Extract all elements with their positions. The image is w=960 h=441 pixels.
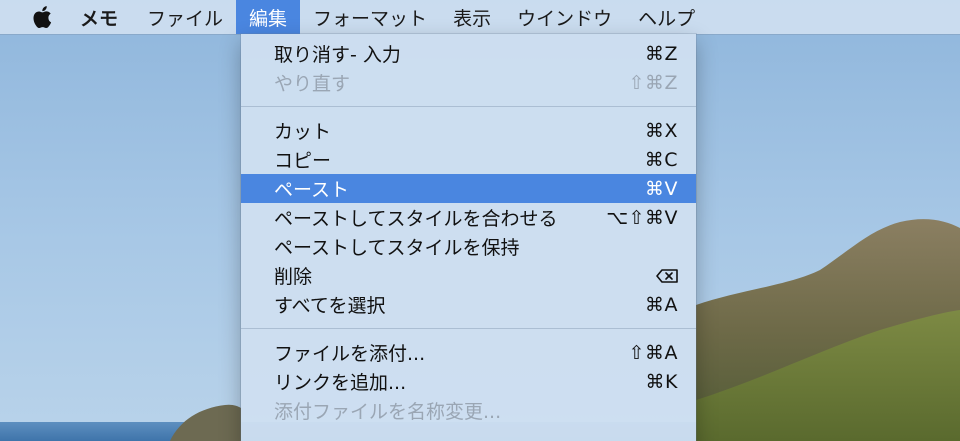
- menu-file[interactable]: ファイル: [134, 0, 236, 34]
- menu-item-label: やり直す: [274, 73, 351, 95]
- menu-window[interactable]: ウインドウ: [504, 0, 625, 34]
- menu-view[interactable]: 表示: [440, 0, 504, 34]
- menu-item-shortcut: ⌘K: [645, 370, 678, 393]
- menu-format[interactable]: フォーマット: [300, 0, 440, 34]
- menu-edit[interactable]: 編集: [236, 0, 301, 34]
- menu-item-cut[interactable]: カット ⌘X: [241, 116, 696, 145]
- menu-separator: [241, 106, 696, 107]
- menu-item-label: リンクを追加...: [274, 372, 407, 394]
- menu-item-shortcut: ⌥⇧⌘V: [606, 206, 678, 229]
- menu-item-shortcut: ⌘C: [644, 148, 678, 171]
- menu-item-label: すべてを選択: [274, 295, 386, 317]
- menu-item-paste[interactable]: ペースト ⌘V: [241, 174, 696, 203]
- menu-item-shortcut: ⌘V: [645, 177, 678, 200]
- menu-item-shortcut: ⌘Z: [644, 42, 678, 65]
- menu-bar: メモ ファイル 編集 フォーマット 表示 ウインドウ ヘルプ: [0, 0, 960, 34]
- menu-item-shortcut: ⌘A: [645, 293, 678, 316]
- menu-item-delete[interactable]: 削除: [241, 261, 696, 290]
- menu-item-copy[interactable]: コピー ⌘C: [241, 145, 696, 174]
- menu-item-label: コピー: [274, 150, 332, 172]
- menu-item-redo: やり直す ⇧⌘Z: [241, 68, 696, 97]
- menu-item-shortcut: ⇧⌘Z: [628, 71, 678, 94]
- menu-item-paste-and-retain-style[interactable]: ペーストしてスタイルを保持: [241, 232, 696, 261]
- menu-item-shortcut: ⌘X: [644, 119, 678, 142]
- app-menu-notes[interactable]: メモ: [72, 0, 134, 34]
- menu-item-paste-and-match-style[interactable]: ペーストしてスタイルを合わせる ⌥⇧⌘V: [241, 203, 696, 232]
- apple-logo-icon[interactable]: [30, 4, 54, 30]
- menu-item-label: 削除: [274, 266, 313, 288]
- menu-item-shortcut: ⇧⌘A: [628, 341, 678, 364]
- menu-item-label: ファイルを添付...: [274, 343, 426, 365]
- menu-item-undo[interactable]: 取り消す- 入力 ⌘Z: [241, 39, 696, 68]
- menu-item-label: ペースト: [274, 179, 350, 201]
- menu-item-rename-attachment: 添付ファイルを名称変更...: [241, 396, 696, 425]
- menu-help[interactable]: ヘルプ: [625, 0, 708, 34]
- menu-item-label: ペーストしてスタイルを合わせる: [274, 208, 558, 230]
- edit-menu-dropdown: 取り消す- 入力 ⌘Z やり直す ⇧⌘Z カット ⌘X コピー ⌘C ペースト …: [241, 34, 696, 441]
- menu-item-label: 添付ファイルを名称変更...: [274, 401, 502, 423]
- menu-item-label: ペーストしてスタイルを保持: [274, 237, 520, 259]
- menu-item-label: カット: [274, 121, 332, 143]
- menu-item-attach-file[interactable]: ファイルを添付... ⇧⌘A: [241, 338, 696, 367]
- menu-item-add-link[interactable]: リンクを追加... ⌘K: [241, 367, 696, 396]
- menu-item-select-all[interactable]: すべてを選択 ⌘A: [241, 290, 696, 319]
- menu-item-label: 取り消す- 入力: [274, 44, 401, 66]
- delete-key-icon: [656, 265, 678, 287]
- desktop: メモ ファイル 編集 フォーマット 表示 ウインドウ ヘルプ 取り消す- 入力 …: [0, 0, 960, 441]
- menu-separator: [241, 328, 696, 329]
